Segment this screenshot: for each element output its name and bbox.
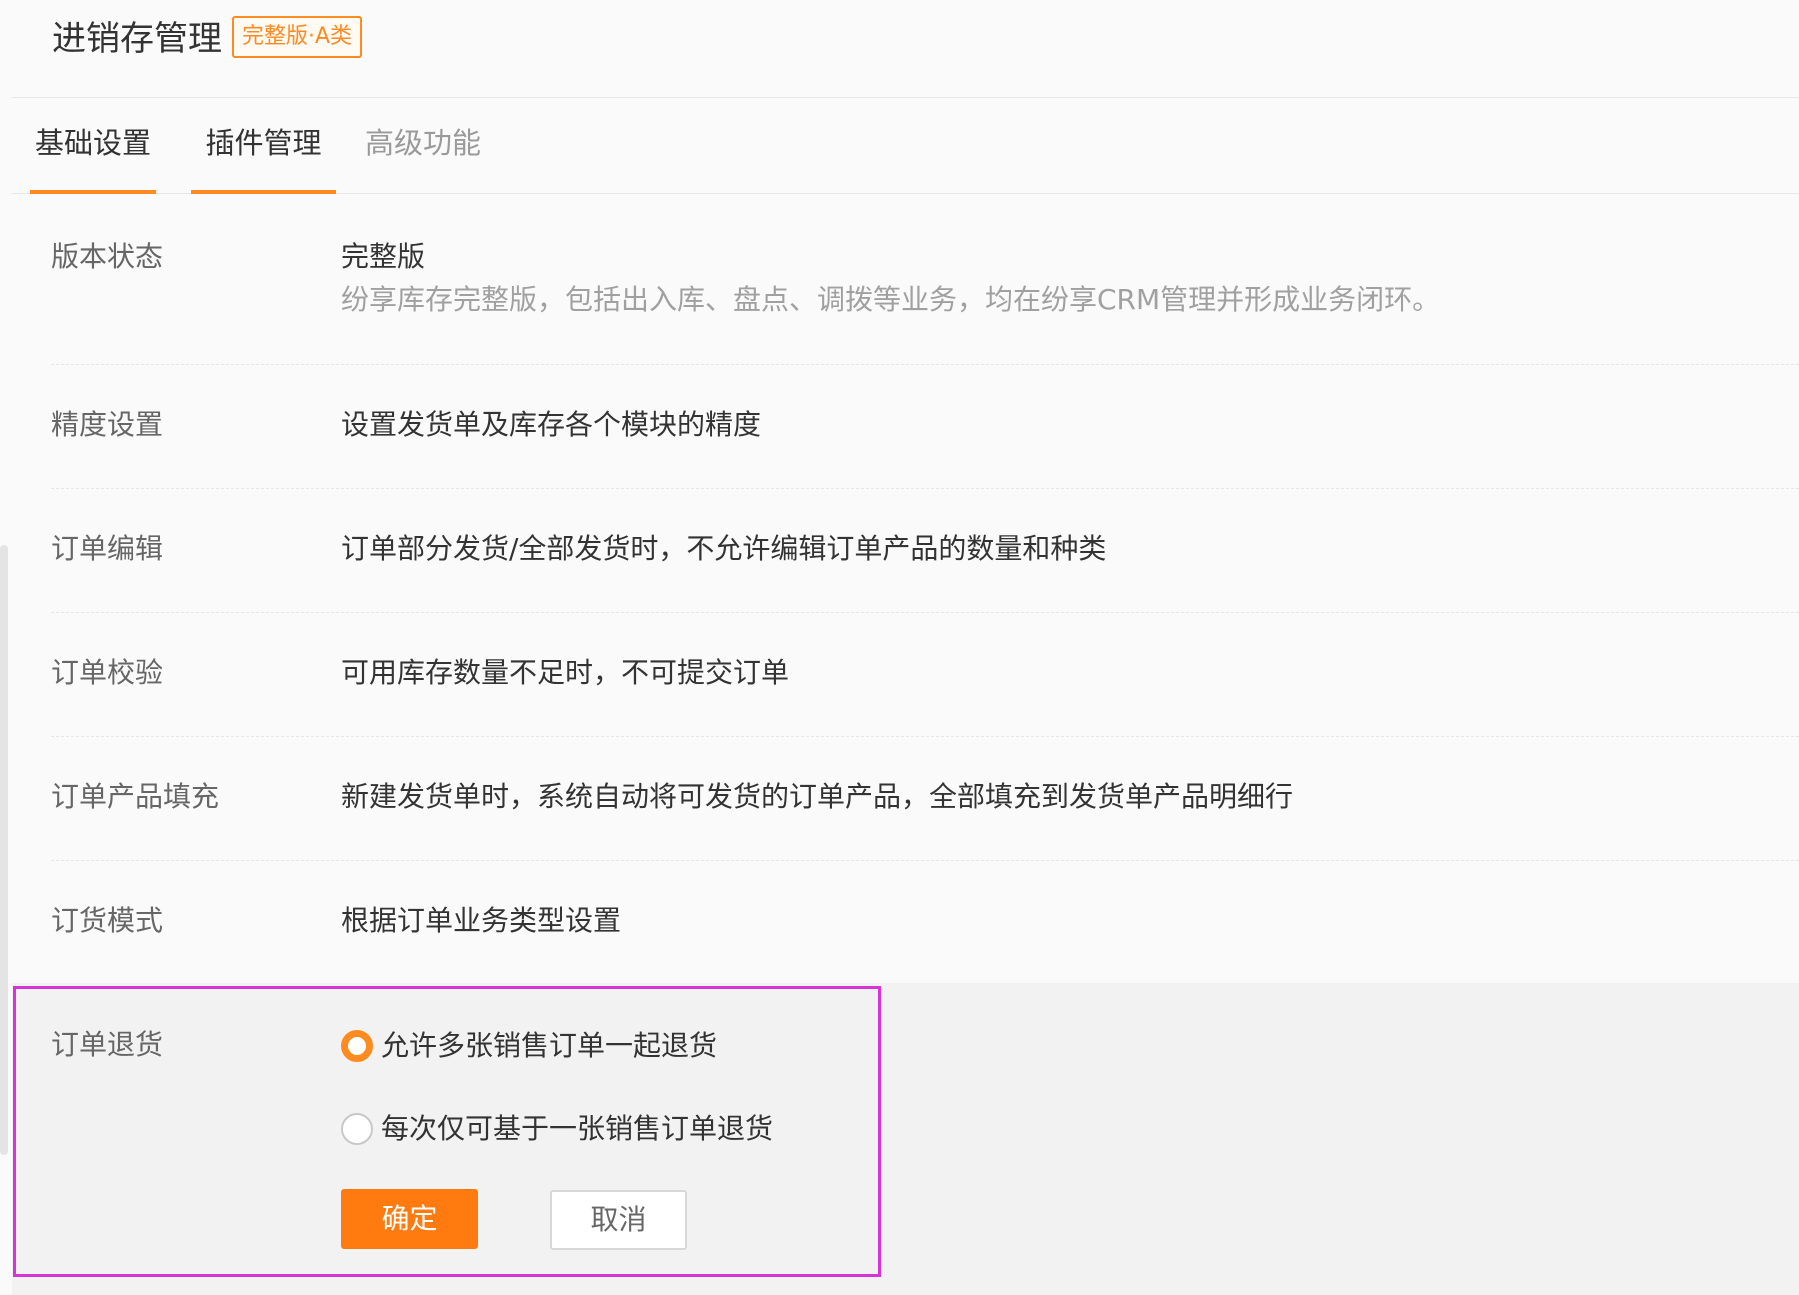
header: 进销存管理 完整版·A类 [12, 0, 1799, 98]
setting-label: 订货模式 [51, 904, 164, 937]
radio-unchecked-icon[interactable] [341, 1113, 373, 1145]
radio-label: 每次仅可基于一张销售订单退货 [381, 1112, 774, 1145]
tab-advanced-features[interactable]: 高级功能 [358, 98, 488, 194]
setting-row-version-status: 版本状态 完整版 纷享库存完整版，包括出入库、盘点、调拨等业务，均在纷享CRM管… [51, 237, 1799, 365]
setting-row-order-mode[interactable]: 订货模式 根据订单业务类型设置 [51, 901, 1799, 983]
tab-bar: 基础设置 插件管理 高级功能 [12, 98, 1799, 194]
radio-single-order-only[interactable]: 每次仅可基于一张销售订单退货 [341, 1109, 773, 1149]
settings-page: 进销存管理 完整版·A类 基础设置 插件管理 高级功能 版本状态 完整版 纷享库… [0, 0, 1799, 1295]
setting-label: 订单产品填充 [51, 780, 220, 813]
setting-value: 设置发货单及库存各个模块的精度 [341, 408, 762, 441]
setting-value: 完整版 [341, 240, 426, 273]
scrollbar[interactable] [0, 545, 8, 1155]
edition-badge: 完整版·A类 [232, 16, 363, 58]
page-title: 进销存管理 [52, 19, 222, 59]
setting-label: 订单编辑 [51, 532, 164, 565]
setting-value: 新建发货单时，系统自动将可发货的订单产品，全部填充到发货单产品明细行 [341, 780, 1294, 813]
tab-plugin-management[interactable]: 插件管理 [191, 98, 336, 194]
confirm-button[interactable]: 确定 [341, 1189, 478, 1249]
order-return-label: 订单退货 [51, 1028, 164, 1061]
tab-basic-settings[interactable]: 基础设置 [30, 98, 156, 194]
setting-row-order-validation[interactable]: 订单校验 可用库存数量不足时，不可提交订单 [51, 653, 1799, 737]
radio-label: 允许多张销售订单一起退货 [381, 1029, 718, 1062]
setting-label: 订单校验 [51, 656, 164, 689]
setting-description: 纷享库存完整版，包括出入库、盘点、调拨等业务，均在纷享CRM管理并形成业务闭环。 [341, 283, 1441, 316]
setting-label: 版本状态 [51, 240, 164, 273]
setting-row-precision[interactable]: 精度设置 设置发货单及库存各个模块的精度 [51, 405, 1799, 489]
setting-row-order-edit[interactable]: 订单编辑 订单部分发货/全部发货时，不允许编辑订单产品的数量和种类 [51, 529, 1799, 613]
order-return-edit-panel [12, 983, 1799, 1295]
cancel-button[interactable]: 取消 [550, 1190, 687, 1250]
setting-value: 根据订单业务类型设置 [341, 904, 622, 937]
setting-value: 可用库存数量不足时，不可提交订单 [341, 656, 790, 689]
radio-allow-multiple-orders[interactable]: 允许多张销售订单一起退货 [341, 1026, 717, 1066]
setting-label: 精度设置 [51, 408, 164, 441]
setting-row-order-product-fill[interactable]: 订单产品填充 新建发货单时，系统自动将可发货的订单产品，全部填充到发货单产品明细… [51, 777, 1799, 861]
radio-checked-icon[interactable] [341, 1030, 373, 1062]
setting-value: 订单部分发货/全部发货时，不允许编辑订单产品的数量和种类 [341, 532, 1107, 565]
